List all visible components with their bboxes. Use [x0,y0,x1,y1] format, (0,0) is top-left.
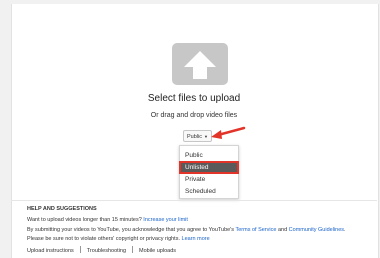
mobile-uploads-link[interactable]: Mobile uploads [139,248,176,254]
privacy-option-private[interactable]: Private [180,174,238,185]
learn-more-link[interactable]: Learn more [182,236,210,242]
help-heading: HELP AND SUGGESTIONS [27,206,97,212]
privacy-dropdown-menu: Public Unlisted Private Scheduled [179,145,239,199]
privacy-option-scheduled[interactable]: Scheduled [180,186,238,197]
section-divider [11,200,377,201]
help-line-copyright-text: Please be sure not to violate others' co… [27,236,182,242]
footer-separator [132,246,134,253]
help-line-limit-text: Want to upload videos longer than 15 min… [27,217,144,223]
help-line-terms: By submitting your videos to YouTube, yo… [27,227,346,233]
drag-drop-hint: Or drag and drop video files [150,112,238,119]
annotation-arrow-icon [211,126,246,139]
select-files-title[interactable]: Select files to upload [11,93,377,104]
upload-instructions-link[interactable]: Upload instructions [27,248,74,254]
troubleshooting-link[interactable]: Troubleshooting [87,248,126,254]
community-guidelines-link[interactable]: Community Guidelines [289,227,344,233]
privacy-option-unlisted[interactable]: Unlisted [179,161,239,174]
privacy-dropdown-button[interactable]: Public ▼ [183,130,212,142]
caret-down-icon: ▼ [204,134,208,139]
privacy-option-public[interactable]: Public [180,150,238,161]
terms-of-service-link[interactable]: Terms of Service [235,227,276,233]
help-line-limit: Want to upload videos longer than 15 min… [27,217,188,223]
privacy-selected-label: Public [187,134,202,140]
upload-arrow-icon[interactable] [172,43,228,85]
help-line-terms-and: and [276,227,289,233]
help-line-terms-text: By submitting your videos to YouTube, yo… [27,227,236,233]
footer-separator [79,246,81,253]
help-footer-links: Upload instructions Troubleshooting Mobile… [27,246,176,254]
help-line-terms-end: . [344,227,346,233]
increase-limit-link[interactable]: Increase your limit [143,217,188,223]
help-line-copyright: Please be sure not to violate others' co… [27,236,210,242]
